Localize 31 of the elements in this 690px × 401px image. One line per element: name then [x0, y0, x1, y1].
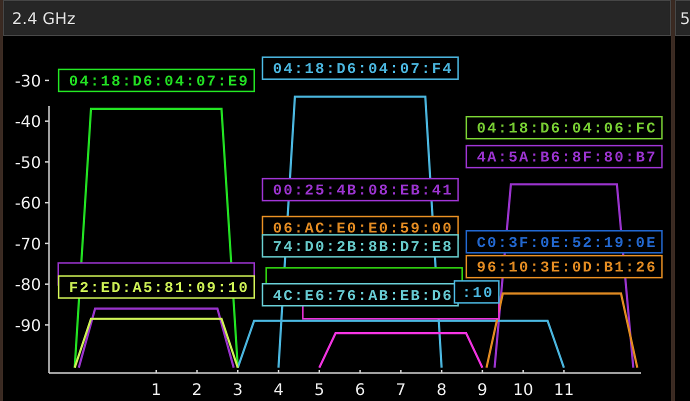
axis-label: 3 — [232, 380, 243, 399]
axis-label: 9 — [477, 380, 488, 399]
mac-label: 4C:E6:76:AB:EB:D6 — [262, 283, 459, 306]
axis-label: -60 — [14, 194, 41, 213]
axis-label: 1 — [151, 380, 162, 399]
axis-label: 2 — [192, 380, 202, 399]
mac-label: 04:18:D6:04:07:E9 — [58, 68, 255, 92]
axis-label: -30 — [14, 71, 41, 90]
panel-title: 5 — [680, 8, 690, 28]
axis-label: -90 — [14, 316, 41, 335]
mac-label: :10 — [454, 280, 500, 304]
axis-label: -70 — [14, 234, 41, 254]
mac-label: F2:ED:A5:81:09:10 — [58, 275, 255, 299]
axis-label: -40 — [14, 112, 41, 132]
mac-label: 00:25:4B:08:EB:41 — [262, 178, 459, 202]
mac-label: 04:18:D6:04:06:FC — [466, 116, 663, 140]
mac-label: 4A:5A:B6:8F:80:B7 — [466, 144, 663, 168]
mac-label: 96:10:3E:0D:B1:26 — [466, 254, 663, 278]
mac-label: 74:D0:2B:8B:D7:E8 — [262, 234, 459, 258]
mac-label: C0:3F:0E:52:19:0E — [466, 230, 663, 254]
axis-label: 6 — [355, 380, 366, 399]
axis-label: 5 — [314, 380, 324, 399]
panel-title: 2.4 GHz — [12, 8, 76, 28]
axis-label: 8 — [436, 380, 447, 399]
axis-label: 7 — [396, 380, 406, 399]
mac-label: 04:18:D6:04:07:F4 — [262, 56, 459, 80]
axis-label: -80 — [14, 275, 41, 294]
axis-label: 10 — [513, 380, 534, 399]
axis-label: -50 — [14, 152, 41, 172]
axis-label: 11 — [554, 380, 574, 399]
axis-label: 4 — [273, 380, 284, 399]
